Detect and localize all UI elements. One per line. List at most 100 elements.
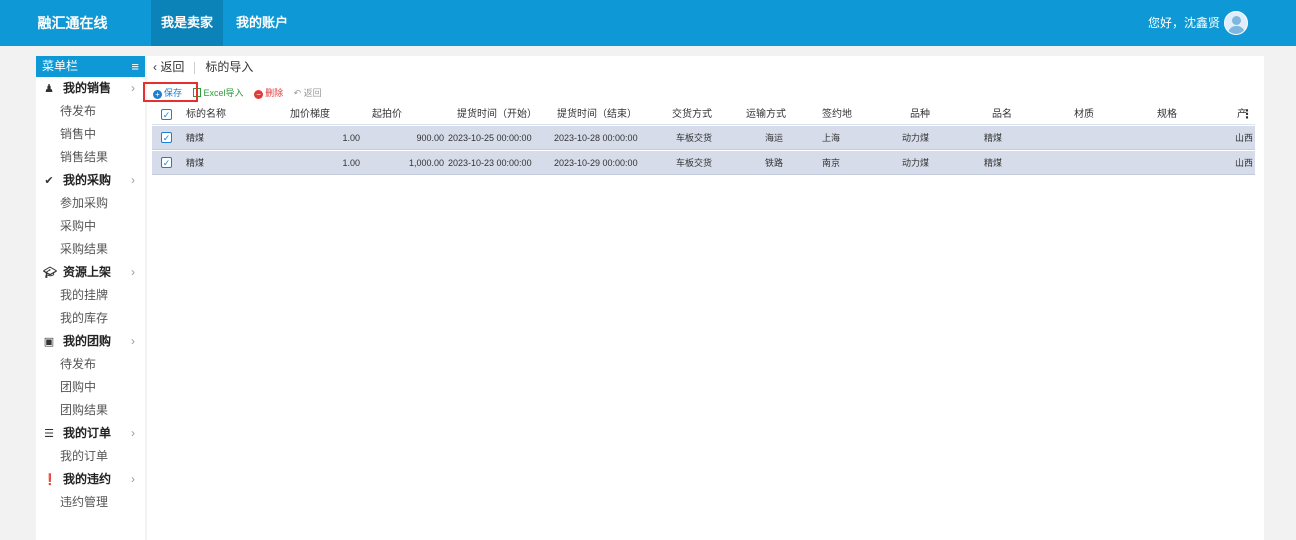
cell-origin: 山西 <box>1235 133 1254 143</box>
excel-import-button[interactable]: Excel导入 <box>192 86 244 100</box>
chevron-right-icon: › <box>131 334 135 348</box>
sidebar-item-group-pending[interactable]: 待发布 <box>36 353 145 376</box>
sidebar-group-my-defaults[interactable]: ❗ 我的违约 › <box>36 468 145 491</box>
back-link-label: 返回 <box>160 60 185 74</box>
cell-bid-increment: 1.00 <box>342 133 360 143</box>
cell-item-name: 精煤 <box>186 158 205 168</box>
column-menu-icon[interactable]: ⋮ <box>1241 104 1253 125</box>
column-header[interactable]: 交货方式 <box>672 104 732 125</box>
sidebar-item-purchase-result[interactable]: 采购结果 <box>36 238 145 261</box>
brand-logo[interactable]: 融汇通在线 <box>0 0 145 46</box>
cell-pickup-start: 2023-10-23 00:00:00 <box>448 158 532 168</box>
sidebar-item-group-buying[interactable]: 团购中 <box>36 376 145 399</box>
sidebar-header: 菜单栏 ≡ <box>36 56 145 77</box>
table-row[interactable]: ✓ 精煤 1.00 1,000.00 2023-10-23 00:00:00 2… <box>152 151 1255 175</box>
tab-seller[interactable]: 我是卖家 <box>151 0 224 46</box>
sidebar: 菜单栏 ≡ ♟ 我的销售 › 待发布 销售中 销售结果 ✔ 我的采购 › 参加采购 采购… <box>36 56 145 540</box>
cell-pickup-end: 2023-10-28 00:00:00 <box>554 133 638 143</box>
exclamation-circle-icon: ❗ <box>43 474 57 486</box>
seller-icon: ♟ <box>44 83 54 95</box>
column-header[interactable]: 品种 <box>910 104 950 125</box>
column-header[interactable]: 运输方式 <box>746 104 806 125</box>
cell-bid-increment: 1.00 <box>342 158 360 168</box>
row-checkbox[interactable]: ✓ <box>161 157 172 168</box>
delete-button[interactable]: − 删除 <box>254 86 283 100</box>
group-buy-icon: ▣ <box>43 336 55 348</box>
sidebar-item-default-management[interactable]: 违约管理 <box>36 491 145 514</box>
chevron-right-icon: › <box>131 173 135 187</box>
main-content: ‹ 返回 标的导入 + 保存 Excel导入 − 删除 ↶ 返回 ✓ 标的名称 加价梯… <box>147 56 1264 540</box>
breadcrumb-divider <box>194 61 196 74</box>
cell-transport-method: 海运 <box>764 133 783 143</box>
chevron-right-icon: › <box>131 81 135 95</box>
cell-start-price: 1,000.00 <box>408 158 444 168</box>
sidebar-group-my-group-buy[interactable]: ▣ 我的团购 › <box>36 330 145 353</box>
sidebar-item-group-result[interactable]: 团购结果 <box>36 399 145 422</box>
sidebar-group-resource-listing[interactable]: 🎓︎ 资源上架 › <box>36 261 145 284</box>
excel-import-label: Excel导入 <box>203 88 244 98</box>
breadcrumb: ‹ 返回 标的导入 <box>153 56 253 78</box>
delete-button-label: 删除 <box>265 88 284 98</box>
sidebar-group-my-purchase[interactable]: ✔ 我的采购 › <box>36 169 145 192</box>
return-button-label: 返回 <box>303 88 322 98</box>
cell-signing-place: 上海 <box>822 133 841 143</box>
tab-my-account[interactable]: 我的账户 <box>226 0 298 46</box>
sidebar-group-my-sales[interactable]: ♟ 我的销售 › <box>36 77 145 100</box>
sidebar-group-label: 我的采购 <box>63 173 112 187</box>
chevron-right-icon: › <box>131 265 135 279</box>
column-header[interactable]: 签约地 <box>822 104 872 125</box>
order-list-icon: ☰ <box>44 428 54 440</box>
column-header[interactable]: 品名 <box>992 104 1032 125</box>
check-circle-icon: ✔ <box>44 175 54 187</box>
column-header[interactable]: 材质 <box>1074 104 1114 125</box>
column-header[interactable]: 提货时间（结束） <box>557 104 652 125</box>
table-header-row: ✓ 标的名称 加价梯度 起拍价 提货时间（开始） 提货时间（结束） 交货方式 运… <box>152 104 1255 125</box>
sidebar-group-label: 我的团购 <box>63 334 112 348</box>
cell-delivery-method: 车板交货 <box>675 133 712 143</box>
hamburger-menu-icon[interactable]: ≡ <box>131 56 139 77</box>
select-all-checkbox[interactable]: ✓ <box>161 109 172 120</box>
undo-icon: ↶ <box>293 88 304 98</box>
user-greeting: 您好，沈鑫贤 <box>1147 16 1220 30</box>
sidebar-item-pending-release[interactable]: 待发布 <box>36 100 145 123</box>
return-button[interactable]: ↶ 返回 <box>294 86 322 100</box>
top-nav-bar: 融汇通在线 我是卖家 我的账户 您好，沈鑫贤 <box>0 0 1296 46</box>
sidebar-item-join-purchase[interactable]: 参加采购 <box>36 192 145 215</box>
sidebar-group-label: 资源上架 <box>63 265 112 279</box>
sidebar-group-label: 我的销售 <box>63 81 112 95</box>
sidebar-group-label: 我的违约 <box>63 472 112 486</box>
back-link[interactable]: ‹ 返回 <box>153 60 184 74</box>
avatar[interactable] <box>1224 11 1248 35</box>
cell-variety: 动力煤 <box>902 133 930 143</box>
sidebar-item-my-listing[interactable]: 我的挂牌 <box>36 284 145 307</box>
cell-pickup-start: 2023-10-25 00:00:00 <box>448 133 532 143</box>
cell-product-name: 精煤 <box>984 158 1003 168</box>
chevron-right-icon: › <box>131 426 135 440</box>
sidebar-group-my-orders[interactable]: ☰ 我的订单 › <box>36 422 145 445</box>
sidebar-group-label: 我的订单 <box>63 426 112 440</box>
sidebar-item-my-inventory[interactable]: 我的库存 <box>36 307 145 330</box>
page-title: 标的导入 <box>205 60 254 74</box>
avatar-head-shape <box>1232 16 1241 25</box>
column-header[interactable]: 起拍价 <box>372 104 432 125</box>
sidebar-item-sales-result[interactable]: 销售结果 <box>36 146 145 169</box>
cell-variety: 动力煤 <box>902 158 930 168</box>
cell-delivery-method: 车板交货 <box>675 158 712 168</box>
column-header[interactable]: 规格 <box>1157 104 1197 125</box>
cell-transport-method: 铁路 <box>764 158 783 168</box>
cell-product-name: 精煤 <box>984 133 1003 143</box>
avatar-body-shape <box>1228 26 1245 34</box>
row-checkbox[interactable]: ✓ <box>161 132 172 143</box>
sidebar-item-my-orders[interactable]: 我的订单 <box>36 445 145 468</box>
cell-origin: 山西 <box>1235 158 1254 168</box>
sidebar-item-on-sale[interactable]: 销售中 <box>36 123 145 146</box>
column-header[interactable]: 提货时间（开始） <box>457 104 552 125</box>
column-header[interactable]: 加价梯度 <box>290 104 360 125</box>
sidebar-item-purchasing[interactable]: 采购中 <box>36 215 145 238</box>
graduation-cap-icon: 🎓︎ <box>43 267 57 279</box>
sidebar-title: 菜单栏 <box>42 59 79 73</box>
column-header[interactable]: 标的名称 <box>186 104 266 125</box>
chevron-right-icon: › <box>131 472 135 486</box>
cell-signing-place: 南京 <box>822 158 841 168</box>
table-row[interactable]: ✓ 精煤 1.00 900.00 2023-10-25 00:00:00 202… <box>152 126 1255 150</box>
